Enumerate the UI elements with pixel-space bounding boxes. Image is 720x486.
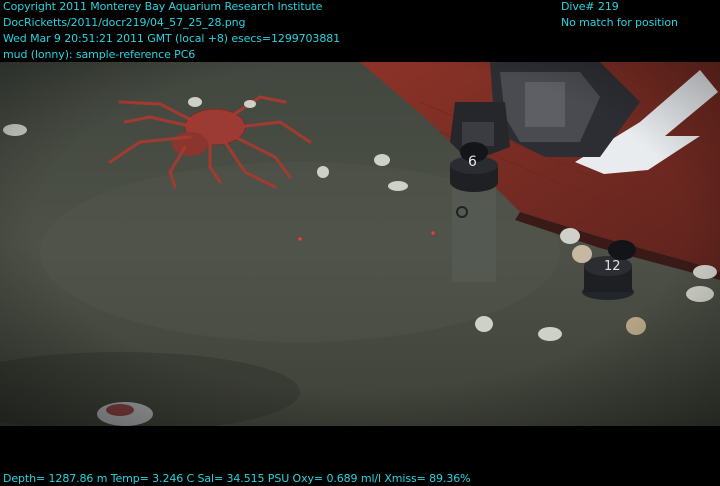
- timestamp-line: Wed Mar 9 20:51:21 2011 GMT (local +8) e…: [3, 32, 341, 45]
- overlay-top-left: Copyright 2011 Monterey Bay Aquarium Res…: [3, 0, 340, 64]
- overlay-top-right: Dive# 219 No match for position: [561, 0, 678, 32]
- position-status: No match for position: [561, 16, 678, 29]
- overlay-telemetry: Depth= 1287.86 m Temp= 3.246 C Sal= 34.5…: [3, 472, 471, 485]
- annotation-line: mud (lonny): sample-reference PC6: [3, 48, 196, 61]
- dive-number: Dive# 219: [561, 0, 619, 13]
- filename-line: DocRicketts/2011/docr219/04_57_25_28.png: [3, 16, 246, 29]
- video-frame: 6 12: [0, 0, 720, 486]
- seafloor-video-image: 6 12: [0, 62, 720, 426]
- copyright-line: Copyright 2011 Monterey Bay Aquarium Res…: [3, 0, 323, 13]
- seafloor-scene: 6 12: [0, 62, 720, 426]
